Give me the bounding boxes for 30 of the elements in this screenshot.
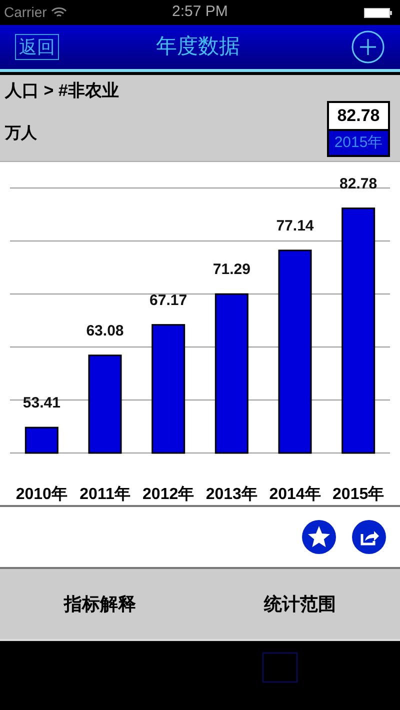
axis-label: 2014年 [269,486,321,503]
value-label: 53.41 [22,394,60,412]
axis-label: 2011年 [80,486,130,503]
battery-icon [364,8,392,18]
unit-label: 万人 [5,124,37,144]
tab-button[interactable]: 统计范围 [264,590,336,618]
tab-button[interactable]: 指标解释 [64,590,136,618]
value-label: 77.14 [276,217,314,234]
tooltip-year: 2015年 [329,129,388,155]
share-icon[interactable] [351,519,387,555]
back-button[interactable]: 返回 [15,34,59,60]
axis-label: 2015年 [332,486,384,503]
value-label: 82.78 [340,175,378,192]
status-time: 2:57 PM [172,2,228,22]
value-label: 71.29 [212,261,250,278]
add-icon[interactable] [351,30,385,64]
value-label: 63.08 [86,322,124,340]
bar[interactable] [88,354,122,454]
wifi-icon [50,6,67,18]
axis-label: 2010年 [16,486,68,503]
page-title: 年度数据 [156,34,240,60]
bar[interactable] [214,293,248,454]
bar[interactable] [278,250,312,454]
carrier-label: Carrier [4,3,47,22]
value-label: 67.17 [150,292,188,309]
breadcrumb: 人口 > #非农业 [5,80,120,102]
tooltip-value: 82.78 [336,105,381,127]
axis-label: 2012年 [142,486,194,503]
bar[interactable] [24,426,58,454]
axis-label: 2013年 [206,486,258,503]
